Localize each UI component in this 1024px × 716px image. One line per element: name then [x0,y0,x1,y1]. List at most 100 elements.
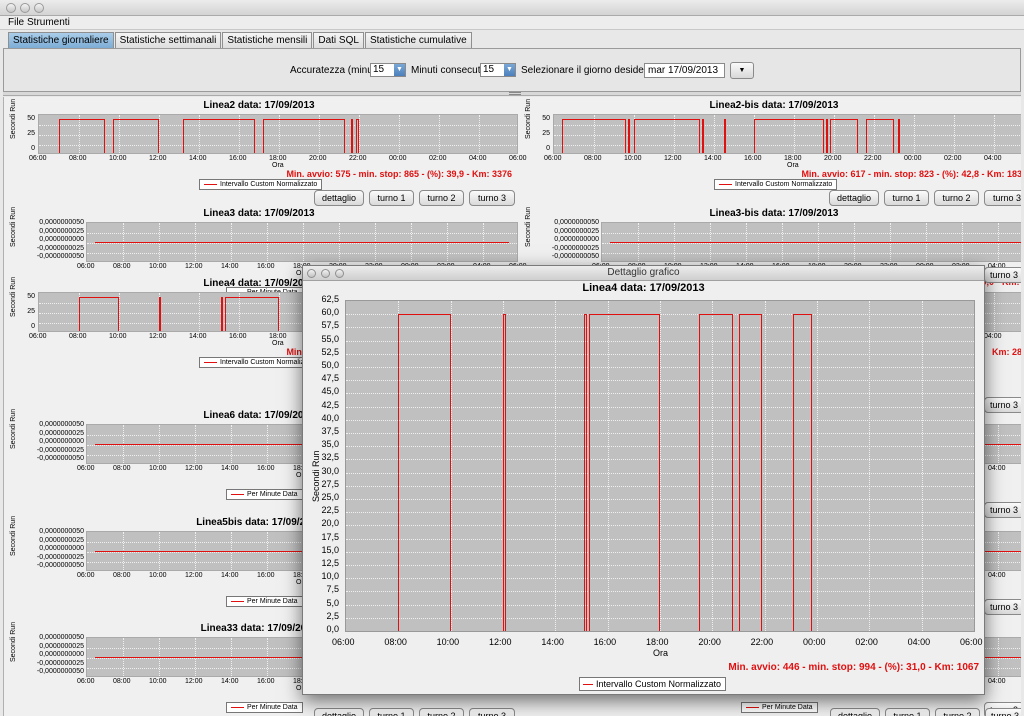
dialog-x-tick: 22:00 [750,637,774,647]
x-tick: 14:00 [221,263,239,270]
shift1-button[interactable]: turno 1 [369,708,414,716]
shift3-button[interactable]: turno 3 [985,708,1021,716]
y-tick: 25 [27,130,35,137]
series-segment [830,119,858,153]
x-tick: 04:00 [988,465,1006,472]
y-tick: 0,0000000025 [554,227,599,235]
shift1-button[interactable]: turno 1 [884,190,929,206]
x-tick: 08:00 [69,155,87,162]
detail-button[interactable]: dettaglio [829,190,879,206]
splitter[interactable] [3,92,1021,96]
menu-file[interactable]: File [8,16,24,29]
plot-area [38,114,518,154]
panel-title: Linea2-bis data: 17/09/2013 [709,100,839,111]
y-tick: 50 [542,115,550,122]
gridline [359,115,360,153]
menu-tools[interactable]: Strumenti [27,16,70,29]
shift3-button[interactable]: turno 3 [469,708,515,716]
x-tick: 12:00 [664,155,682,162]
y-tick: -0,0000000050 [36,253,84,260]
y-tick: -0,0000000025 [36,446,84,454]
shift2-button[interactable]: turno 2 [934,190,979,206]
x-tick: 20:00 [309,155,327,162]
series-segment [826,119,828,153]
consecutive-select[interactable]: 15 ▼ [480,63,516,77]
dialog-y-tick: 25,0 [321,492,339,502]
dialog-y-tick: 20,0 [321,518,339,529]
dialog-minimize-button[interactable] [321,269,330,278]
shift3-button[interactable]: turno 3 [984,502,1021,518]
x-tick: 10:00 [109,333,127,340]
shift2-button[interactable]: turno 2 [419,708,464,716]
shift3-button[interactable]: turno 3 [984,397,1021,413]
x-tick: 12:00 [185,263,203,270]
tab-cumulative[interactable]: Statistiche cumulative [364,32,472,49]
tab-weekly[interactable]: Statistiche settimanali [114,32,222,49]
x-tick: 16:00 [229,333,247,340]
x-tick: 18:00 [269,333,287,340]
y-tick: 0,0000000050 [39,634,84,641]
shift2-button[interactable]: turno 2 [419,190,464,206]
shift1-button[interactable]: turno 1 [369,190,414,206]
dialog-y-tick: 7,5 [326,584,339,595]
gridline [199,293,200,331]
detail-button[interactable]: dettaglio [314,190,364,206]
series-segment [221,297,223,331]
panel-legend: Per Minute Data [226,489,303,500]
x-tick: 16:00 [257,678,275,685]
series-segment [699,314,734,631]
series-segment [225,297,279,331]
dialog-close-button[interactable] [307,269,316,278]
calendar-dropdown-button[interactable]: ▼ [730,62,754,79]
x-axis-label: Ora [272,162,284,169]
x-tick: 06:00 [29,155,47,162]
series-segment [263,119,345,153]
series-segment [183,119,255,153]
dialog-y-tick: 37,5 [321,426,339,436]
tab-monthly[interactable]: Statistiche mensili [222,32,313,49]
consecutive-value: 15 [483,64,495,75]
plot-area [86,222,518,262]
y-axis-label: Secondi Run [10,98,17,139]
tab-sql-data[interactable]: Dati SQL [313,32,364,49]
accuracy-select[interactable]: 15 ▼ [370,63,406,77]
x-tick: 02:00 [944,155,962,162]
x-tick: 08:00 [584,155,602,162]
dialog-x-tick: 14:00 [541,637,564,647]
day-field[interactable]: mar 17/09/2013 [644,63,725,78]
series-segment [503,314,506,631]
series-segment [702,119,704,153]
gridline [87,233,517,234]
x-tick: 22:00 [349,155,367,162]
x-tick: 10:00 [149,678,167,685]
shift3-button[interactable]: turno 3 [984,190,1021,206]
panel-legend: Per Minute Data [741,702,818,713]
detail-button[interactable]: dettaglio [314,708,364,716]
tab-daily[interactable]: Statistiche giornaliere [8,32,114,49]
gridline [279,293,280,331]
x-tick: 14:00 [189,155,207,162]
dialog-y-tick: 55,0 [321,333,339,344]
panel-stats: Min. avvio: 617 - min. stop: 823 - (%): … [801,169,1021,179]
shift3-button[interactable]: turno 3 [469,190,515,206]
dialog-y-tick: 15,0 [321,544,339,555]
panel-title: Linea3-bis data: 17/09/2013 [709,208,839,219]
detail-button[interactable]: dettaglio [830,708,880,716]
series-segment [589,314,660,631]
dialog-zoom-button[interactable] [335,269,344,278]
shift1-button[interactable]: turno 1 [885,708,930,716]
dialog-y-tick: 47,5 [321,373,339,384]
dialog-x-tick: 06:00 [960,637,983,647]
x-tick: 14:00 [221,678,239,685]
close-window-button[interactable] [6,3,16,13]
minimize-window-button[interactable] [20,3,30,13]
x-tick: 04:00 [984,155,1002,162]
y-tick: -0,0000000025 [36,553,84,561]
dialog-x-axis-label: Ora [653,648,669,658]
shift3-button[interactable]: turno 3 [984,599,1021,615]
zoom-window-button[interactable] [34,3,44,13]
window-titlebar [0,0,1024,16]
y-axis-label: Secondi Run [10,276,17,317]
shift2-button[interactable]: turno 2 [935,708,980,716]
shift3-button[interactable]: turno 3 [984,267,1021,283]
